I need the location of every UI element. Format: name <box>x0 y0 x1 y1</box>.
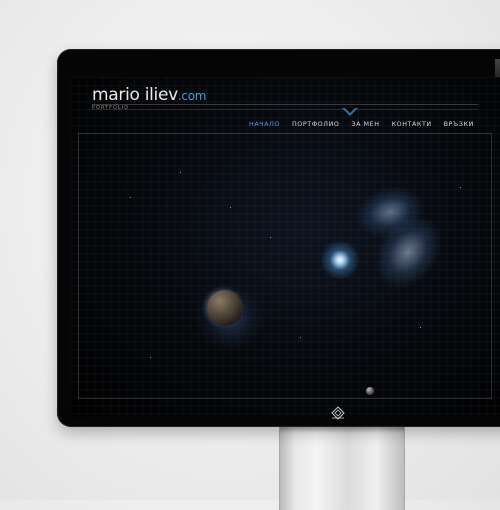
logo-name: mario iliev <box>92 85 178 105</box>
diamond-logo-icon[interactable] <box>331 406 345 420</box>
main-nav: НАЧАЛО ПОРТФОЛИО ЗА МЕН КОНТАКТИ ВРЪЗКИ <box>243 121 480 128</box>
site-header: mario iliev.com PORTFOLIO НАЧАЛО ПОРТФОЛ… <box>70 77 500 133</box>
header-divider <box>92 109 478 110</box>
content-frame <box>78 133 492 399</box>
nav-item-portfolio[interactable]: ПОРТФОЛИО <box>286 121 346 128</box>
logo-subtitle: PORTFOLIO <box>92 105 130 111</box>
logo-tld: .com <box>177 89 207 103</box>
nav-item-home[interactable]: НАЧАЛО <box>243 121 286 128</box>
nav-item-about[interactable]: ЗА МЕН <box>345 121 385 128</box>
site-logo[interactable]: mario iliev.com <box>92 85 206 105</box>
monitor-stand <box>279 425 405 510</box>
nav-item-contacts[interactable]: КОНТАКТИ <box>386 121 438 128</box>
website-screen: mario iliev.com PORTFOLIO НАЧАЛО ПОРТФОЛ… <box>70 77 500 417</box>
header-divider <box>92 104 478 105</box>
nav-item-links[interactable]: ВРЪЗКИ <box>438 121 480 128</box>
nav-indicator-inner <box>345 108 355 113</box>
monitor: mario iliev.com PORTFOLIO НАЧАЛО ПОРТФОЛ… <box>57 49 500 427</box>
